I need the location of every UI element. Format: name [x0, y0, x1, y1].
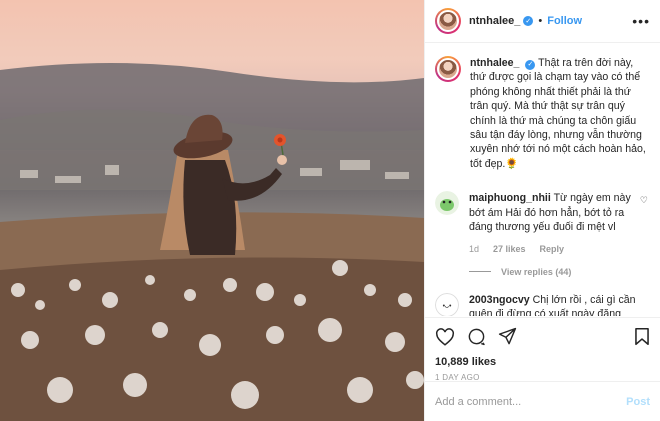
comment-item: maiphuong_nhii Từ ngày em này bớt ám Hải…: [435, 191, 650, 257]
comment-time[interactable]: 1d: [469, 242, 479, 256]
separator-dot: •: [538, 15, 543, 27]
caption-body: Thật ra trên đời này, thứ được gọi là ch…: [470, 57, 646, 170]
caption-username[interactable]: ntnhalee_: [470, 57, 519, 69]
post-sidebar: ntnhalee_ ✓ • Follow ••• ntnhalee_ ✓ Thậ…: [424, 0, 660, 421]
follow-button[interactable]: Follow: [547, 15, 582, 27]
comments-list[interactable]: ntnhalee_ ✓ Thật ra trên đời này, thứ đư…: [425, 44, 660, 316]
share-paper-plane-icon[interactable]: [498, 327, 517, 346]
comment-username[interactable]: 2003ngocvy: [469, 294, 530, 306]
instagram-post-modal: ntnhalee_ ✓ • Follow ••• ntnhalee_ ✓ Thậ…: [0, 0, 660, 421]
post-photo[interactable]: [0, 0, 424, 421]
photo-scene: [0, 62, 424, 421]
reply-button[interactable]: Reply: [540, 242, 565, 256]
replies-divider: [469, 271, 491, 273]
post-header: ntnhalee_ ✓ • Follow •••: [425, 0, 660, 43]
like-comment-heart-icon[interactable]: ♡: [640, 195, 648, 206]
like-heart-icon[interactable]: [435, 327, 455, 346]
view-replies-button[interactable]: View replies (44): [469, 267, 650, 277]
commenter-avatar[interactable]: •ᴗ•: [435, 292, 459, 316]
save-bookmark-icon[interactable]: [634, 327, 650, 346]
comment-bubble-icon[interactable]: [467, 327, 486, 346]
caption-text: ntnhalee_ ✓ Thật ra trên đời này, thứ đư…: [470, 56, 650, 171]
author-avatar[interactable]: [435, 8, 461, 34]
caption-verified-badge-icon: ✓: [525, 60, 536, 71]
post-actions: 10,889 likes 1 DAY AGO: [425, 317, 660, 382]
post-caption: ntnhalee_ ✓ Thật ra trên đời này, thứ đư…: [435, 56, 650, 171]
svg-text:•ᴗ•: •ᴗ•: [443, 303, 452, 310]
post-likes-count[interactable]: 10,889 likes: [435, 356, 650, 368]
caption-author-avatar[interactable]: [435, 56, 461, 82]
comment-username[interactable]: maiphuong_nhii: [469, 192, 551, 204]
commenter-avatar[interactable]: [435, 191, 459, 216]
add-comment-input[interactable]: [435, 395, 627, 408]
comment-likes[interactable]: 27 likes: [493, 242, 526, 256]
post-comment-button[interactable]: Post: [626, 396, 650, 408]
verified-badge-icon: ✓: [523, 16, 534, 26]
comment-item: •ᴗ• 2003ngocvy Chị lớn rồi , cái gì cần …: [435, 292, 650, 316]
more-options-icon[interactable]: •••: [632, 13, 650, 29]
add-comment-bar: Post: [425, 381, 660, 421]
view-replies-label: View replies (44): [501, 266, 572, 277]
author-username[interactable]: ntnhalee_: [469, 15, 520, 27]
